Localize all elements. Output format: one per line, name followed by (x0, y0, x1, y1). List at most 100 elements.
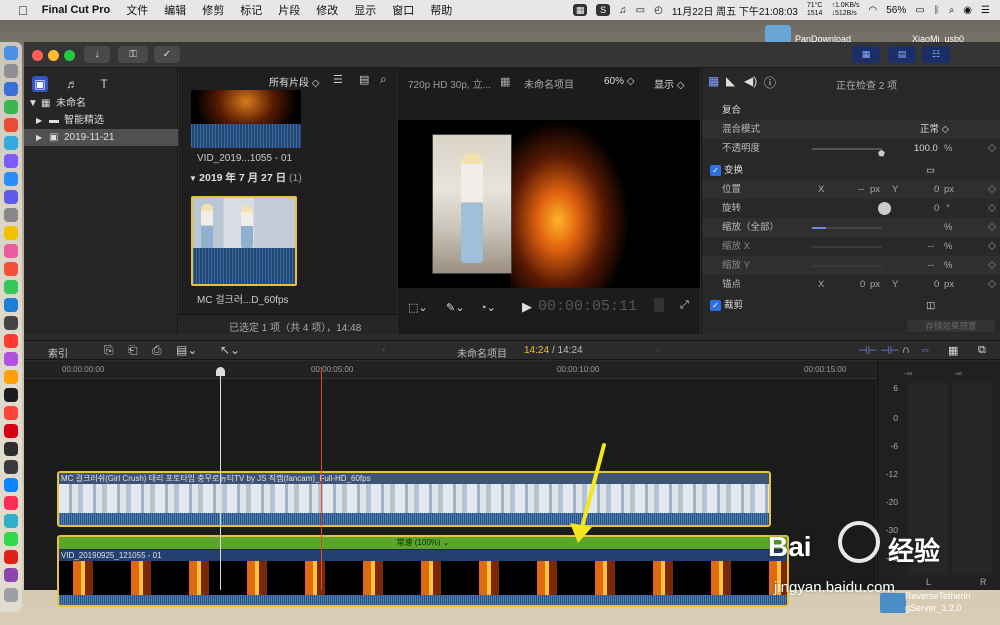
menu-mark[interactable]: 标记 (240, 2, 262, 18)
info-inspector-icon[interactable]: ⓘ (764, 74, 776, 91)
siri-icon[interactable]: ◉ (963, 5, 972, 16)
index-button[interactable]: 索引 (48, 345, 68, 360)
date-time[interactable]: 11月22日 周五 下午21:08:03 (672, 3, 798, 18)
zoom-dropdown[interactable]: 60% ◇ (604, 76, 634, 87)
clip-appearance-icon[interactable]: ☰ (333, 73, 343, 86)
clip-name[interactable]: MC 걸크러...D_60fps (197, 291, 289, 306)
scale-y-value[interactable]: -- (928, 256, 934, 275)
keyframe-icon[interactable] (987, 143, 997, 153)
rotation-dial-icon[interactable] (878, 202, 891, 215)
timecode-display[interactable]: 00:00:05:11 (538, 298, 637, 315)
tray-s-icon[interactable]: S (596, 4, 611, 16)
disclosure-open-icon[interactable]: ▼ (28, 95, 38, 112)
import-button[interactable]: ↓ (84, 46, 110, 63)
minimize-icon[interactable] (48, 50, 59, 61)
scale-y-slider[interactable] (812, 265, 882, 267)
yandex-icon[interactable] (4, 496, 18, 510)
control-center-icon[interactable]: ☰ (981, 5, 990, 16)
libraries-icon[interactable]: ▣ (32, 76, 48, 92)
menu-file[interactable]: 文件 (126, 2, 148, 18)
app-teal-icon[interactable] (4, 514, 18, 528)
launchpad-icon[interactable] (4, 64, 18, 78)
photos-icon[interactable] (4, 244, 18, 258)
skimmer-line[interactable] (220, 367, 221, 590)
video-inspector-icon[interactable]: ▦ (708, 74, 719, 88)
menu-window[interactable]: 窗口 (392, 2, 414, 18)
app-dark-icon[interactable] (4, 316, 18, 330)
tv-icon[interactable] (4, 388, 18, 402)
audio-meter-mini[interactable] (654, 298, 664, 312)
retime-speed-bar[interactable]: 常速 (100%) ⌄ (59, 537, 787, 549)
books-icon[interactable] (4, 370, 18, 384)
photos-audio-icon[interactable]: ♬ (64, 76, 80, 92)
blend-mode-dropdown[interactable]: 正常 ◇ (920, 120, 949, 139)
position-y-value[interactable]: 0 (934, 180, 939, 199)
trash-icon[interactable] (4, 588, 18, 602)
timeline-toggle-button[interactable]: ▤ (888, 46, 916, 63)
app-indigo-icon[interactable] (4, 190, 18, 204)
clip-thumbnail-girlcrush[interactable] (191, 196, 297, 286)
terminal-icon[interactable] (4, 442, 18, 456)
anchor-x-value[interactable]: 0 (860, 275, 865, 294)
folder-icon[interactable] (765, 25, 791, 43)
disclosure-closed-icon[interactable]: ▶ (36, 112, 42, 129)
play-button[interactable]: ▶ (522, 299, 532, 315)
girl-video-frame[interactable] (432, 134, 512, 274)
back-arrow-icon[interactable]: ‹ (382, 344, 385, 355)
transform-tool-menu[interactable]: ⬚⌄ (408, 301, 428, 314)
overwrite-clip-icon[interactable]: ▤⌄ (176, 343, 197, 357)
keyframe-icon[interactable] (987, 222, 997, 232)
color-inspector-icon[interactable]: ◣ (726, 74, 735, 88)
keyframe-icon[interactable] (987, 184, 997, 194)
app-red-icon[interactable] (4, 118, 18, 132)
enhancement-tool-menu[interactable]: ✎⌄ (446, 301, 464, 314)
rotation-value[interactable]: 0 (934, 199, 939, 218)
filmstrip-icon[interactable]: ▤ (359, 73, 369, 86)
keyframe-icon[interactable] (987, 241, 997, 251)
app-menu[interactable]: Final Cut Pro (42, 4, 110, 16)
apple-icon[interactable]:  (18, 3, 28, 18)
headphones-icon[interactable]: ∩ (902, 344, 910, 356)
disclosure-closed-icon[interactable]: ▶ (36, 129, 42, 146)
checkbox-checked-icon[interactable]: ✓ (710, 300, 721, 311)
zoom-icon[interactable] (64, 50, 75, 61)
scale-x-slider[interactable] (812, 246, 882, 248)
qq-icon[interactable] (4, 136, 18, 150)
finder-icon[interactable] (4, 46, 18, 60)
select-tool-icon[interactable]: ↖⌄ (220, 343, 240, 357)
app-green-icon[interactable] (4, 532, 18, 546)
connect-clip-icon[interactable]: ⎘ (104, 343, 114, 358)
retime-tool-menu[interactable]: ◔⌄ (480, 301, 496, 314)
notes-icon[interactable] (4, 226, 18, 240)
search-icon[interactable]: ⌕ (380, 72, 387, 87)
menu-edit[interactable]: 编辑 (164, 2, 186, 18)
battery-percent[interactable]: 56% (886, 5, 906, 16)
keyframe-icon[interactable] (987, 203, 997, 213)
scale-x-value[interactable]: -- (928, 237, 934, 256)
library-item-smart[interactable]: ▶ ▬ 智能精选 (24, 112, 178, 129)
connected-clip-girlcrush[interactable]: MC 걸크러쉬(Girl Crush) 태리 포토타임 충무로뉴티TV by J… (57, 471, 771, 527)
close-icon[interactable] (32, 50, 43, 61)
playhead-line[interactable] (321, 367, 322, 590)
insert-clip-icon[interactable]: ⎗ (128, 343, 138, 358)
clip-filter-dropdown[interactable]: 所有片段 ◇ (269, 74, 319, 89)
wifi-icon[interactable]: ◠ (868, 5, 877, 16)
keywords-button[interactable]: ⚿ (118, 46, 148, 63)
clip-name[interactable]: VID_2019...1055 - 01 (197, 153, 292, 164)
wechat-icon[interactable] (4, 100, 18, 114)
keyframe-icon[interactable] (987, 279, 997, 289)
app-purple-icon[interactable] (4, 154, 18, 168)
music-app-icon[interactable] (4, 334, 18, 348)
podcasts-icon[interactable] (4, 352, 18, 366)
library-item-event[interactable]: ▶ ▣ 2019-11-21 (24, 129, 178, 146)
clip-appearance-icon[interactable]: ▦ (948, 344, 958, 357)
app-violet-icon[interactable] (4, 568, 18, 582)
anchor-y-value[interactable]: 0 (934, 275, 939, 294)
preview-icon[interactable] (4, 208, 18, 222)
inspector-toggle-button[interactable]: ☷ (922, 46, 950, 63)
primary-clip-fire[interactable]: 常速 (100%) ⌄ VID_20190925_121055 - 01 (57, 535, 789, 607)
search-icon[interactable]: ⌕ (949, 5, 955, 16)
tray-clock-icon[interactable]: ◴ (654, 5, 663, 16)
skimming-icon[interactable]: ⊣⊢ (880, 344, 899, 357)
library-root[interactable]: ▼ ▦ 未命名 (24, 95, 178, 112)
